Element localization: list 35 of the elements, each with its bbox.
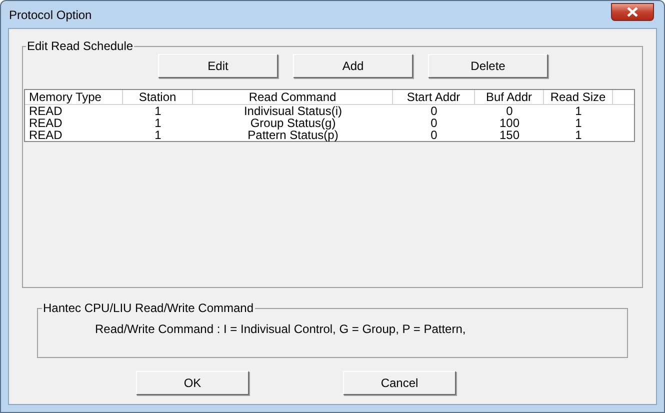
- dialog-button[interactable]: Add: [293, 54, 413, 78]
- table-cell-text: 0: [430, 105, 438, 117]
- table-cell-text: 1: [574, 105, 583, 117]
- table-cell-text: 0: [505, 105, 514, 117]
- column-header[interactable]: Station: [123, 90, 193, 105]
- column-header[interactable]: Start Addr: [393, 90, 475, 105]
- table-cell-text: 1: [154, 105, 162, 117]
- table-cell-text: 1: [154, 129, 162, 141]
- table-cell-text: 150: [498, 129, 521, 141]
- close-button[interactable]: [611, 2, 654, 20]
- table-cell-text: 100: [498, 117, 521, 129]
- table-cell-text: Pattern Status(p): [246, 129, 340, 141]
- table-cell-text: READ: [28, 129, 64, 141]
- table-cell-text: 1: [574, 129, 583, 141]
- table-cell-text: Group Status(g): [249, 117, 336, 129]
- dialog-button[interactable]: Delete: [428, 54, 548, 78]
- group-title: Edit Read Schedule: [26, 40, 134, 53]
- dialog-button[interactable]: Cancel: [343, 371, 456, 395]
- close-icon: [627, 6, 638, 16]
- table-cell-text: READ: [28, 105, 64, 117]
- table-cell-text: 0: [430, 129, 438, 141]
- table-cell-text: READ: [28, 117, 64, 129]
- column-header[interactable]: Memory Type: [25, 90, 123, 105]
- column-header[interactable]: Read Size: [544, 90, 613, 105]
- table-cell-text: 1: [154, 117, 162, 129]
- dialog-button[interactable]: OK: [136, 371, 249, 395]
- window-title: Protocol Option: [8, 6, 92, 24]
- column-header[interactable]: Read Command: [193, 90, 393, 105]
- table-cell-text: 1: [574, 117, 583, 129]
- group-title: Hantec CPU/LIU Read/Write Command: [42, 302, 255, 315]
- table-cell-text: 0: [430, 117, 438, 129]
- table-cell-text: Indivisual Status(i): [242, 105, 344, 117]
- dialog-button[interactable]: Edit: [158, 54, 278, 78]
- column-header[interactable]: Buf Addr: [475, 90, 544, 105]
- command-description: Read/Write Command : I = Indivisual Control, G = Group, P = Pattern,: [94, 321, 467, 338]
